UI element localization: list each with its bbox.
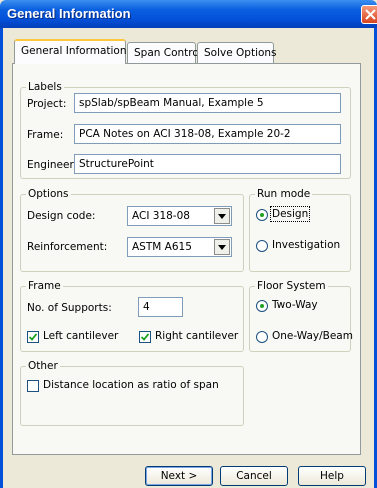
distance-ratio-checkbox[interactable] bbox=[27, 380, 39, 392]
investigation-radio[interactable] bbox=[256, 240, 268, 252]
frame-label: Frame: bbox=[27, 129, 64, 141]
run-mode-legend: Run mode bbox=[257, 188, 311, 200]
checkmark-icon bbox=[29, 333, 37, 341]
design-code-label: Design code: bbox=[27, 210, 96, 222]
two-way-radio[interactable] bbox=[256, 300, 268, 312]
reinforcement-value: ASTM A615 bbox=[132, 241, 192, 253]
labels-legend: Labels bbox=[28, 81, 62, 93]
chevron-down-icon bbox=[218, 214, 226, 219]
other-group: Other bbox=[20, 360, 244, 426]
radio-selected-dot bbox=[260, 213, 264, 217]
radio-selected-dot bbox=[260, 304, 264, 308]
checkmark-icon bbox=[141, 333, 149, 341]
cancel-button[interactable]: Cancel bbox=[220, 466, 288, 486]
engineer-input[interactable]: StructurePoint bbox=[74, 154, 341, 174]
chevron-down-icon bbox=[218, 245, 226, 250]
left-cantilever-label[interactable]: Left cantilever bbox=[43, 330, 118, 342]
next-button[interactable]: Next > bbox=[145, 466, 213, 486]
supports-label: No. of Supports: bbox=[27, 302, 112, 314]
options-legend: Options bbox=[28, 188, 69, 200]
right-cantilever-checkbox[interactable] bbox=[139, 331, 151, 343]
engineer-label: Engineer: bbox=[27, 159, 78, 171]
close-icon bbox=[365, 9, 376, 20]
tab-general-information[interactable]: General Information bbox=[14, 39, 127, 64]
project-label: Project: bbox=[27, 98, 67, 110]
design-code-dropdown-button[interactable] bbox=[214, 208, 230, 224]
two-way-radio-label[interactable]: Two-Way bbox=[272, 299, 318, 311]
design-radio[interactable] bbox=[256, 209, 268, 221]
reinforcement-dropdown-button[interactable] bbox=[214, 239, 230, 255]
right-cantilever-label[interactable]: Right cantilever bbox=[155, 330, 238, 342]
tab-solve-options[interactable]: Solve Options bbox=[197, 42, 277, 63]
one-way-beam-radio[interactable] bbox=[256, 331, 268, 343]
run-mode-group: Run mode bbox=[249, 188, 351, 272]
tab-label: Span Control bbox=[134, 47, 202, 59]
tab-label: General Information bbox=[21, 45, 127, 57]
project-input[interactable]: spSlab/spBeam Manual, Example 5 bbox=[74, 93, 341, 113]
left-cantilever-checkbox[interactable] bbox=[27, 331, 39, 343]
window-title: General Information bbox=[7, 6, 131, 21]
frame-legend: Frame bbox=[28, 280, 61, 292]
help-button[interactable]: Help bbox=[298, 466, 366, 486]
supports-input[interactable]: 4 bbox=[138, 297, 183, 317]
options-group: Options bbox=[20, 188, 244, 272]
design-radio-label[interactable]: Design bbox=[269, 206, 311, 222]
one-way-beam-radio-label[interactable]: One-Way/Beam bbox=[272, 330, 353, 342]
tab-span-control[interactable]: Span Control bbox=[127, 42, 202, 63]
floor-system-legend: Floor System bbox=[257, 280, 326, 292]
frame-input[interactable]: PCA Notes on ACI 318-08, Example 20-2 bbox=[74, 124, 341, 144]
other-legend: Other bbox=[28, 360, 58, 372]
distance-ratio-label[interactable]: Distance location as ratio of span bbox=[43, 379, 219, 391]
reinforcement-label: Reinforcement: bbox=[27, 241, 108, 253]
design-code-select[interactable]: ACI 318-08 bbox=[127, 206, 232, 226]
close-button[interactable] bbox=[361, 5, 377, 24]
design-code-value: ACI 318-08 bbox=[132, 210, 190, 222]
reinforcement-select[interactable]: ASTM A615 bbox=[127, 237, 232, 257]
investigation-radio-label[interactable]: Investigation bbox=[272, 239, 340, 251]
tab-label: Solve Options bbox=[204, 47, 277, 59]
window-frame-left bbox=[0, 28, 3, 488]
